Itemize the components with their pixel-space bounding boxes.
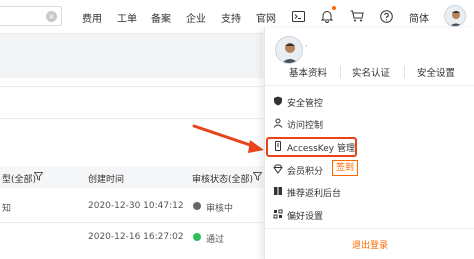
- menu-label: 访问控制: [287, 121, 324, 131]
- menu-item-preferences[interactable]: 偏好设置: [273, 205, 473, 225]
- gift-icon: [273, 186, 283, 196]
- nav-tickets[interactable]: 工单: [117, 10, 137, 25]
- table-header: 型(全部) 创建时间 审核状态(全部): [0, 166, 263, 188]
- divider: [0, 222, 263, 223]
- nav-filing[interactable]: 备案: [151, 10, 171, 25]
- menu-item-security-control[interactable]: 安全管控: [273, 92, 473, 112]
- divider: [265, 228, 474, 229]
- tab-real-name[interactable]: 实名认证: [352, 65, 390, 79]
- divider: [0, 86, 263, 87]
- user-avatar[interactable]: [444, 5, 466, 27]
- menu-label: 安全管控: [287, 99, 324, 109]
- menu-label: 会员积分: [287, 167, 324, 177]
- username: ·: [305, 42, 308, 52]
- page-header-band: [0, 34, 263, 78]
- menu-item-member-points[interactable]: 会员积分: [273, 160, 473, 180]
- status-dot: [193, 233, 201, 241]
- nav-support[interactable]: 支持: [221, 10, 241, 25]
- menu-item-access-control[interactable]: 访问控制: [273, 114, 473, 134]
- row-created-time: 2020-12-16 16:27:02: [88, 232, 184, 242]
- language-switch[interactable]: 简体: [409, 10, 429, 25]
- cart-icon[interactable]: [349, 8, 365, 24]
- column-type[interactable]: 型(全部): [2, 172, 36, 185]
- checkin-button[interactable]: 签到: [332, 160, 358, 176]
- annotation-arrow-icon: [192, 124, 264, 153]
- divider: [0, 118, 263, 119]
- divider: [265, 85, 474, 86]
- column-review-status[interactable]: 审核状态(全部): [192, 172, 253, 185]
- nav-enterprise[interactable]: 企业: [186, 10, 206, 25]
- settings-icon: [273, 209, 283, 219]
- menu-label: 偏好设置: [287, 212, 324, 222]
- search-input[interactable]: ×: [0, 6, 62, 26]
- row-created-time: 2020-12-30 10:47:12: [88, 201, 184, 211]
- help-icon[interactable]: [378, 8, 394, 24]
- tab-security-settings[interactable]: 安全设置: [417, 65, 455, 79]
- menu-item-referral[interactable]: 推荐返利后台: [273, 182, 473, 202]
- tab-separator: [404, 66, 405, 78]
- accesskey-highlight: [266, 137, 357, 157]
- tab-separator: [340, 66, 341, 78]
- nav-billing[interactable]: 费用: [82, 10, 102, 25]
- account-tabs: 基本资料 实名认证 安全设置: [265, 60, 474, 80]
- tab-basic-info[interactable]: 基本资料: [289, 65, 327, 79]
- clear-icon[interactable]: ×: [46, 11, 57, 22]
- filter-icon[interactable]: [33, 172, 44, 184]
- logout-button[interactable]: 退出登录: [265, 238, 474, 251]
- row-status: 通过: [206, 235, 225, 245]
- terminal-icon[interactable]: [290, 8, 306, 24]
- nav-website[interactable]: 官网: [256, 10, 276, 25]
- status-dot: [193, 202, 201, 210]
- filter-icon[interactable]: [252, 172, 263, 184]
- menu-label: 推荐返利后台: [287, 189, 342, 199]
- shield-icon: [273, 96, 283, 106]
- diamond-icon: [273, 164, 283, 174]
- column-created-time: 创建时间: [88, 175, 125, 185]
- row-type: 知: [2, 204, 12, 214]
- notification-dot: [332, 6, 336, 10]
- access-icon: [273, 118, 283, 128]
- row-status: 审核中: [206, 204, 234, 214]
- bell-icon[interactable]: [319, 8, 335, 24]
